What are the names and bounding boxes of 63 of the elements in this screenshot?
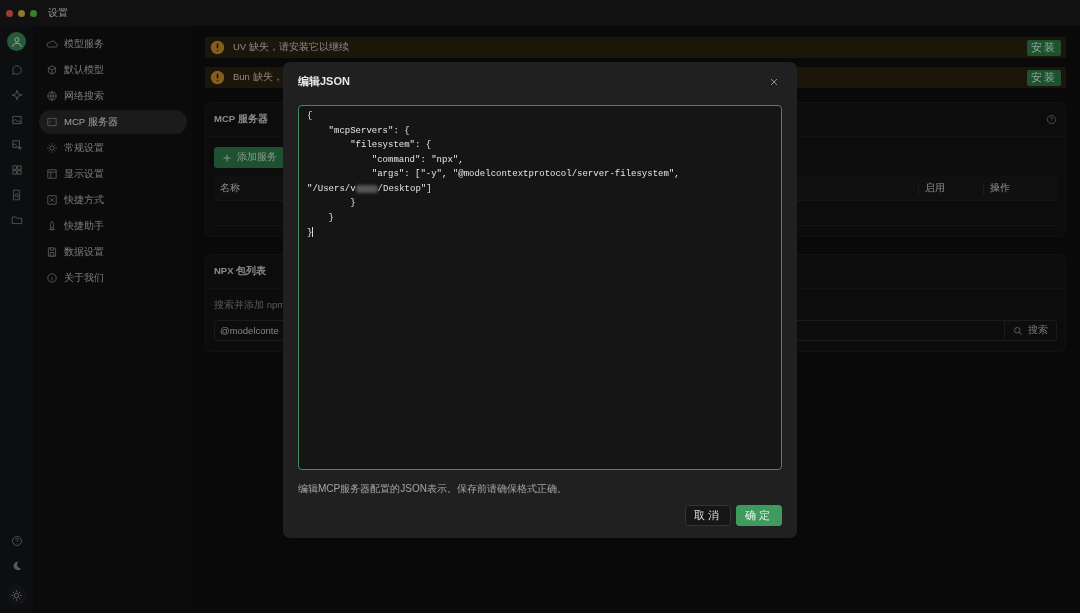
code-text: "filesystem": {	[349, 140, 432, 151]
nav-item[interactable]: 常规设置	[39, 136, 187, 160]
globe-icon	[46, 90, 58, 102]
nav-item[interactable]: 快捷方式	[39, 188, 187, 212]
column-header: 操作	[983, 181, 1016, 195]
code-text: "command": "npx",	[370, 154, 464, 165]
nav-item[interactable]: 模型服务	[39, 32, 187, 56]
avatar-icon[interactable]	[7, 32, 26, 51]
cloud-icon	[46, 38, 58, 50]
chat-icon[interactable]	[10, 64, 23, 76]
section-title: MCP 服务器	[214, 113, 268, 126]
confirm-button[interactable]: 确定	[736, 505, 782, 526]
search-icon	[1013, 325, 1023, 336]
minimize-window-button[interactable]	[18, 9, 25, 17]
grid-icon[interactable]	[10, 164, 23, 176]
hint-text: 编辑MCP服务器配置的JSON表示。保存前请确保格式正确。	[298, 482, 568, 496]
add-server-button[interactable]: 添加服务	[214, 147, 285, 168]
nav-item[interactable]: 关于我们	[39, 266, 187, 290]
warning-text: UV 缺失，请安装它以继续	[233, 41, 349, 54]
settings-button[interactable]	[6, 585, 27, 605]
search-button[interactable]: 搜索	[1005, 320, 1057, 341]
nav-item[interactable]: 快捷助手	[39, 214, 187, 238]
column-header: 启用	[918, 181, 983, 195]
nav-item[interactable]: 数据设置	[39, 240, 187, 264]
rocket-icon	[46, 220, 58, 232]
warning-text: Bun 缺失，	[233, 71, 283, 84]
terminal-icon	[46, 116, 58, 128]
help-icon[interactable]	[10, 535, 23, 547]
code-text: /Desktop"]	[377, 183, 432, 194]
help-icon[interactable]	[1046, 114, 1057, 125]
plus-icon	[222, 152, 232, 163]
close-window-button[interactable]	[6, 9, 13, 17]
warning-icon	[210, 40, 225, 55]
nav-item[interactable]: MCP 服务器	[39, 110, 187, 134]
column-header: 名称	[219, 181, 241, 193]
layout-icon	[46, 168, 58, 180]
nav-item[interactable]: 显示设置	[39, 162, 187, 186]
section-title: NPX 包列表	[214, 265, 267, 278]
install-button[interactable]: 安装	[1027, 39, 1061, 56]
code-text: "/Users/v	[307, 183, 356, 194]
info-icon	[46, 272, 58, 284]
document-search-icon[interactable]	[10, 189, 23, 201]
image-icon[interactable]	[10, 114, 23, 126]
sparkle-icon[interactable]	[10, 89, 23, 101]
folder-icon[interactable]	[10, 214, 23, 226]
window-title: 设置	[48, 6, 68, 20]
code-text: }	[327, 213, 334, 224]
code-text: "args": ["-y", "@modelcontextprotocol/server-filesystem",	[370, 169, 680, 180]
code-text: }	[349, 198, 356, 209]
nav-item[interactable]: 网络搜索	[39, 84, 187, 108]
json-editor[interactable]: { "mcpServers": { "filesystem": { "command": "npx", "args": ["-y", "@modelcontextprotocol/server-filesystem", "/Users/v /Desktop"] } } }	[298, 104, 782, 470]
code-text: "mcpServers": {	[327, 125, 410, 136]
close-icon[interactable]	[769, 76, 779, 87]
zoom-window-button[interactable]	[30, 9, 37, 17]
cube-icon	[46, 64, 58, 76]
install-button[interactable]: 安装	[1027, 69, 1061, 86]
code-text: }	[307, 227, 313, 238]
image-add-icon[interactable]	[10, 139, 23, 151]
warning-icon	[210, 70, 225, 85]
code-text: {	[307, 110, 313, 121]
dialog-title: 编辑JSON	[298, 74, 350, 90]
nav-item[interactable]: 默认模型	[39, 58, 187, 82]
cancel-button[interactable]: 取消	[685, 505, 731, 526]
